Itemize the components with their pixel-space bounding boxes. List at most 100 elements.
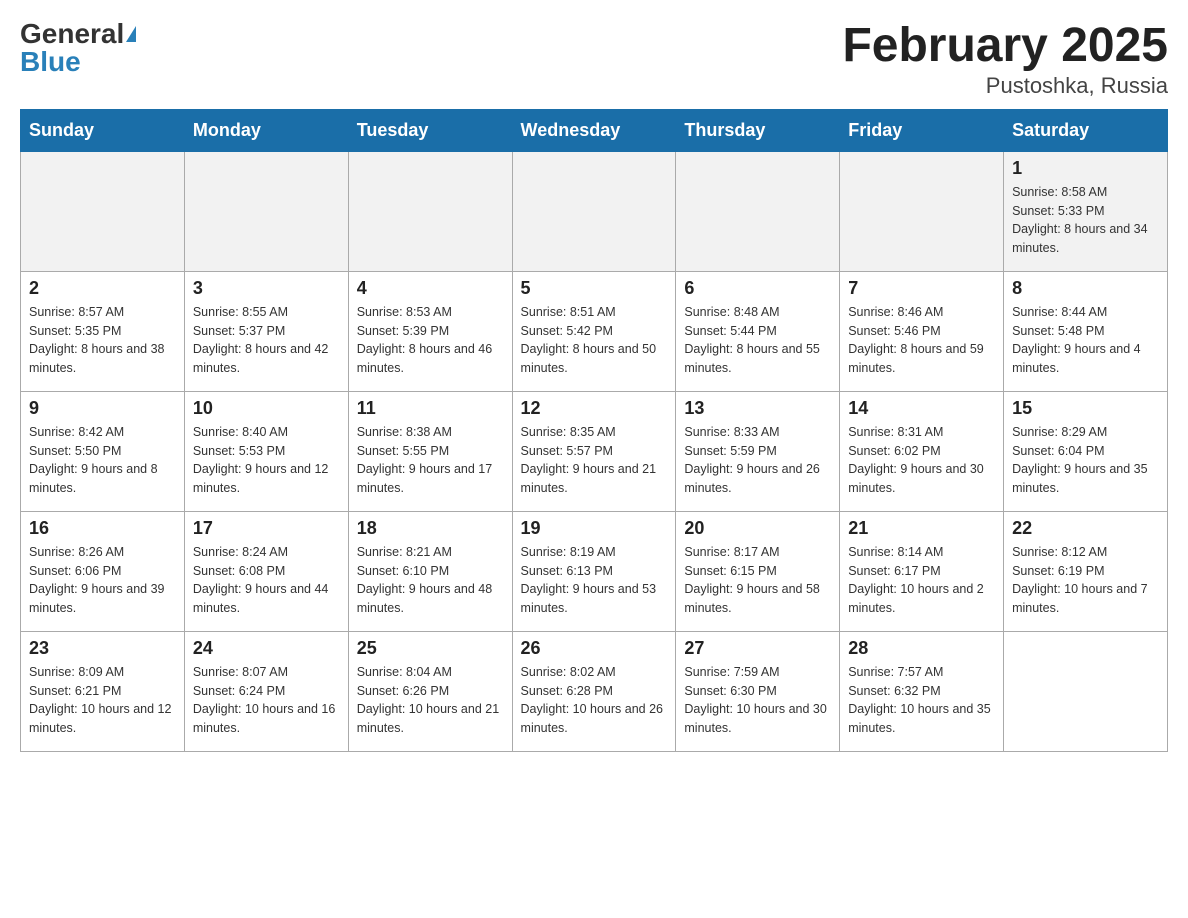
day-number: 21	[848, 518, 995, 539]
col-sunday: Sunday	[21, 109, 185, 151]
calendar-cell: 14 Sunrise: 8:31 AMSunset: 6:02 PMDayligh…	[840, 391, 1004, 511]
calendar-cell: 25 Sunrise: 8:04 AMSunset: 6:26 PMDayligh…	[348, 631, 512, 751]
day-number: 20	[684, 518, 831, 539]
day-number: 7	[848, 278, 995, 299]
day-info: Sunrise: 8:19 AMSunset: 6:13 PMDaylight:…	[521, 543, 668, 618]
col-monday: Monday	[184, 109, 348, 151]
calendar-cell	[676, 151, 840, 271]
day-number: 16	[29, 518, 176, 539]
calendar-cell: 5 Sunrise: 8:51 AMSunset: 5:42 PMDaylight…	[512, 271, 676, 391]
day-number: 2	[29, 278, 176, 299]
day-info: Sunrise: 8:55 AMSunset: 5:37 PMDaylight:…	[193, 303, 340, 378]
day-info: Sunrise: 8:58 AMSunset: 5:33 PMDaylight:…	[1012, 183, 1159, 258]
day-info: Sunrise: 8:51 AMSunset: 5:42 PMDaylight:…	[521, 303, 668, 378]
day-info: Sunrise: 8:02 AMSunset: 6:28 PMDaylight:…	[521, 663, 668, 738]
day-info: Sunrise: 8:40 AMSunset: 5:53 PMDaylight:…	[193, 423, 340, 498]
day-number: 10	[193, 398, 340, 419]
calendar-cell: 19 Sunrise: 8:19 AMSunset: 6:13 PMDayligh…	[512, 511, 676, 631]
day-info: Sunrise: 8:04 AMSunset: 6:26 PMDaylight:…	[357, 663, 504, 738]
day-number: 13	[684, 398, 831, 419]
logo: General Blue	[20, 20, 136, 76]
calendar-cell: 13 Sunrise: 8:33 AMSunset: 5:59 PMDayligh…	[676, 391, 840, 511]
logo-blue-text: Blue	[20, 48, 81, 76]
day-info: Sunrise: 8:57 AMSunset: 5:35 PMDaylight:…	[29, 303, 176, 378]
calendar-cell: 24 Sunrise: 8:07 AMSunset: 6:24 PMDayligh…	[184, 631, 348, 751]
calendar-week-2: 2 Sunrise: 8:57 AMSunset: 5:35 PMDaylight…	[21, 271, 1168, 391]
calendar-cell: 4Sunrise: 8:53 AMSunset: 5:39 PMDaylight…	[348, 271, 512, 391]
day-info: Sunrise: 8:42 AMSunset: 5:50 PMDaylight:…	[29, 423, 176, 498]
day-number: 28	[848, 638, 995, 659]
calendar-week-4: 16 Sunrise: 8:26 AMSunset: 6:06 PMDayligh…	[21, 511, 1168, 631]
col-saturday: Saturday	[1004, 109, 1168, 151]
title-area: February 2025 Pustoshka, Russia	[842, 20, 1168, 99]
day-info: Sunrise: 8:35 AMSunset: 5:57 PMDaylight:…	[521, 423, 668, 498]
calendar-cell: 22 Sunrise: 8:12 AMSunset: 6:19 PMDayligh…	[1004, 511, 1168, 631]
calendar-cell: 27Sunrise: 7:59 AMSunset: 6:30 PMDayligh…	[676, 631, 840, 751]
days-of-week-row: Sunday Monday Tuesday Wednesday Thursday…	[21, 109, 1168, 151]
calendar-cell: 15 Sunrise: 8:29 AMSunset: 6:04 PMDayligh…	[1004, 391, 1168, 511]
day-info: Sunrise: 8:09 AMSunset: 6:21 PMDaylight:…	[29, 663, 176, 738]
col-friday: Friday	[840, 109, 1004, 151]
day-number: 18	[357, 518, 504, 539]
day-info: Sunrise: 8:07 AMSunset: 6:24 PMDaylight:…	[193, 663, 340, 738]
col-wednesday: Wednesday	[512, 109, 676, 151]
col-tuesday: Tuesday	[348, 109, 512, 151]
day-number: 5	[521, 278, 668, 299]
day-info: Sunrise: 8:17 AMSunset: 6:15 PMDaylight:…	[684, 543, 831, 618]
day-number: 4	[357, 278, 504, 299]
day-number: 25	[357, 638, 504, 659]
calendar-table: Sunday Monday Tuesday Wednesday Thursday…	[20, 109, 1168, 752]
day-number: 1	[1012, 158, 1159, 179]
calendar-cell: 8 Sunrise: 8:44 AMSunset: 5:48 PMDaylight…	[1004, 271, 1168, 391]
calendar-week-3: 9 Sunrise: 8:42 AMSunset: 5:50 PMDaylight…	[21, 391, 1168, 511]
day-number: 11	[357, 398, 504, 419]
calendar-cell: 21 Sunrise: 8:14 AMSunset: 6:17 PMDayligh…	[840, 511, 1004, 631]
day-info: Sunrise: 8:29 AMSunset: 6:04 PMDaylight:…	[1012, 423, 1159, 498]
day-info: Sunrise: 8:26 AMSunset: 6:06 PMDaylight:…	[29, 543, 176, 618]
col-thursday: Thursday	[676, 109, 840, 151]
calendar-cell: 12 Sunrise: 8:35 AMSunset: 5:57 PMDayligh…	[512, 391, 676, 511]
calendar-cell: 28 Sunrise: 7:57 AMSunset: 6:32 PMDayligh…	[840, 631, 1004, 751]
calendar-cell	[348, 151, 512, 271]
day-number: 6	[684, 278, 831, 299]
day-info: Sunrise: 8:33 AMSunset: 5:59 PMDaylight:…	[684, 423, 831, 498]
calendar-cell	[21, 151, 185, 271]
calendar-week-1: 1 Sunrise: 8:58 AMSunset: 5:33 PMDaylight…	[21, 151, 1168, 271]
day-info: Sunrise: 8:31 AMSunset: 6:02 PMDaylight:…	[848, 423, 995, 498]
calendar-body: 1 Sunrise: 8:58 AMSunset: 5:33 PMDaylight…	[21, 151, 1168, 751]
day-number: 23	[29, 638, 176, 659]
calendar-cell: 9 Sunrise: 8:42 AMSunset: 5:50 PMDaylight…	[21, 391, 185, 511]
day-info: Sunrise: 8:21 AMSunset: 6:10 PMDaylight:…	[357, 543, 504, 618]
calendar-cell	[840, 151, 1004, 271]
calendar-cell: 10 Sunrise: 8:40 AMSunset: 5:53 PMDayligh…	[184, 391, 348, 511]
day-number: 22	[1012, 518, 1159, 539]
calendar-week-5: 23 Sunrise: 8:09 AMSunset: 6:21 PMDayligh…	[21, 631, 1168, 751]
calendar-header: Sunday Monday Tuesday Wednesday Thursday…	[21, 109, 1168, 151]
logo-general-text: General	[20, 20, 124, 48]
day-number: 15	[1012, 398, 1159, 419]
calendar-cell: 1 Sunrise: 8:58 AMSunset: 5:33 PMDaylight…	[1004, 151, 1168, 271]
calendar-cell	[184, 151, 348, 271]
day-info: Sunrise: 8:48 AMSunset: 5:44 PMDaylight:…	[684, 303, 831, 378]
day-number: 27	[684, 638, 831, 659]
day-number: 24	[193, 638, 340, 659]
day-number: 12	[521, 398, 668, 419]
day-number: 9	[29, 398, 176, 419]
day-info: Sunrise: 8:44 AMSunset: 5:48 PMDaylight:…	[1012, 303, 1159, 378]
day-number: 14	[848, 398, 995, 419]
page-header: General Blue February 2025 Pustoshka, Ru…	[20, 20, 1168, 99]
day-info: Sunrise: 8:46 AMSunset: 5:46 PMDaylight:…	[848, 303, 995, 378]
day-number: 26	[521, 638, 668, 659]
calendar-cell: 20 Sunrise: 8:17 AMSunset: 6:15 PMDayligh…	[676, 511, 840, 631]
day-number: 8	[1012, 278, 1159, 299]
day-info: Sunrise: 8:24 AMSunset: 6:08 PMDaylight:…	[193, 543, 340, 618]
day-info: Sunrise: 8:14 AMSunset: 6:17 PMDaylight:…	[848, 543, 995, 618]
day-info: Sunrise: 7:57 AMSunset: 6:32 PMDaylight:…	[848, 663, 995, 738]
day-number: 19	[521, 518, 668, 539]
calendar-cell: 17 Sunrise: 8:24 AMSunset: 6:08 PMDayligh…	[184, 511, 348, 631]
day-number: 17	[193, 518, 340, 539]
day-info: Sunrise: 8:12 AMSunset: 6:19 PMDaylight:…	[1012, 543, 1159, 618]
calendar-cell: 11 Sunrise: 8:38 AMSunset: 5:55 PMDayligh…	[348, 391, 512, 511]
day-info: Sunrise: 8:38 AMSunset: 5:55 PMDaylight:…	[357, 423, 504, 498]
location-text: Pustoshka, Russia	[842, 73, 1168, 99]
